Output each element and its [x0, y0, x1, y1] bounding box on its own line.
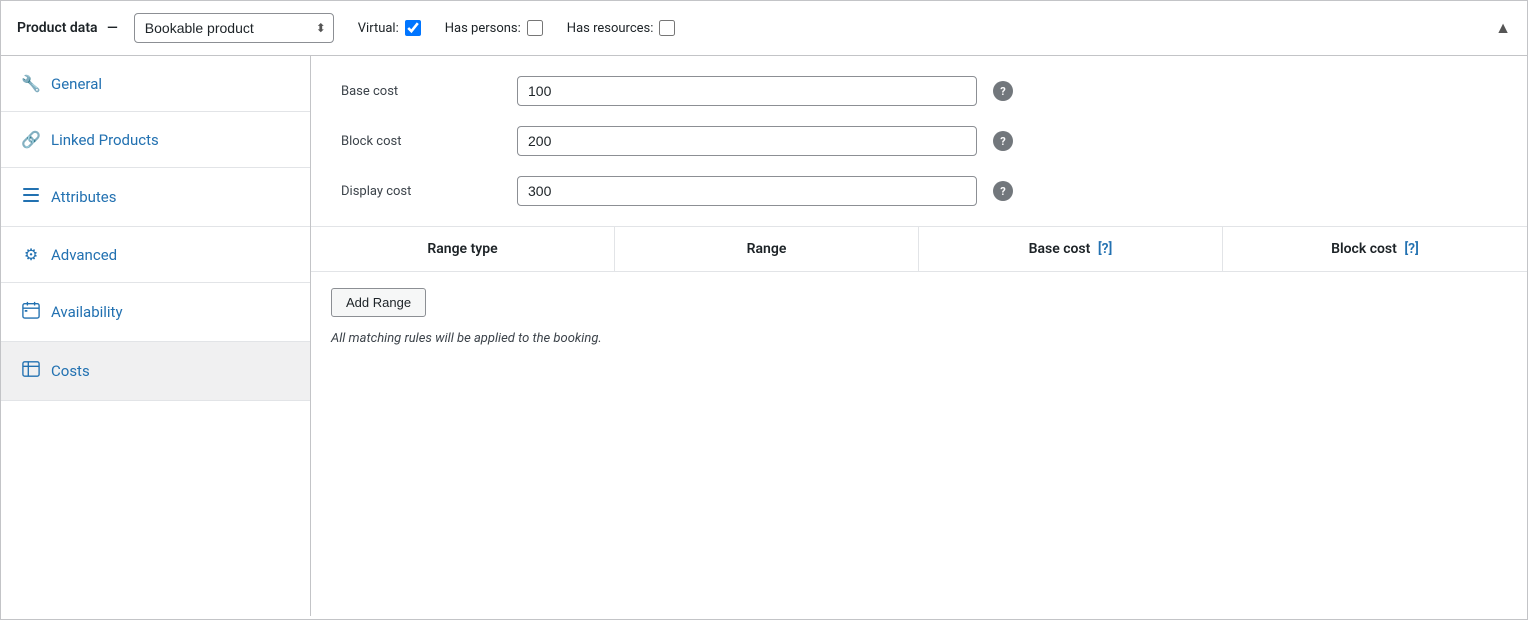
cost-fields-section: Base cost ? Block cost ? Display cost ?: [311, 56, 1527, 227]
range-section: Range type Range Base cost [?] Block cos…: [311, 227, 1527, 362]
block-cost-label: Block cost: [341, 134, 501, 149]
sidebar-item-attributes[interactable]: Attributes: [1, 168, 310, 227]
col-header-range-type: Range type: [311, 227, 615, 271]
panel-body: 🔧 General 🔗 Linked Products Attributes: [1, 56, 1527, 616]
sidebar-item-advanced-label: Advanced: [51, 246, 117, 264]
base-cost-label: Base cost: [341, 84, 501, 99]
header-options: Virtual: Has persons: Has resources:: [358, 20, 676, 36]
sidebar-item-availability-label: Availability: [51, 303, 123, 321]
has-persons-option[interactable]: Has persons:: [445, 20, 543, 36]
costs-icon: [21, 360, 41, 382]
link-icon: 🔗: [21, 130, 41, 149]
wrench-icon: 🔧: [21, 74, 41, 93]
sidebar: 🔧 General 🔗 Linked Products Attributes: [1, 56, 311, 616]
col-header-block-cost: Block cost [?]: [1223, 227, 1527, 271]
panel-title: Product data —: [17, 20, 118, 36]
add-range-button[interactable]: Add Range: [331, 288, 426, 317]
list-icon: [21, 186, 41, 208]
sidebar-item-availability[interactable]: Availability: [1, 283, 310, 342]
sidebar-item-costs[interactable]: Costs: [1, 342, 310, 401]
block-cost-help-icon[interactable]: ?: [993, 131, 1013, 151]
base-cost-table-help[interactable]: [?]: [1098, 241, 1113, 257]
base-cost-input[interactable]: [517, 76, 977, 106]
base-cost-row: Base cost ?: [341, 76, 1497, 106]
virtual-option[interactable]: Virtual:: [358, 20, 421, 36]
virtual-checkbox[interactable]: [405, 20, 421, 36]
sidebar-item-costs-label: Costs: [51, 362, 90, 380]
display-cost-row: Display cost ?: [341, 176, 1497, 206]
range-table-header: Range type Range Base cost [?] Block cos…: [311, 227, 1527, 272]
sidebar-item-attributes-label: Attributes: [51, 188, 117, 206]
display-cost-input[interactable]: [517, 176, 977, 206]
gear-icon: ⚙: [21, 245, 41, 264]
display-cost-label: Display cost: [341, 184, 501, 199]
has-persons-checkbox[interactable]: [527, 20, 543, 36]
has-resources-checkbox[interactable]: [659, 20, 675, 36]
has-persons-label: Has persons:: [445, 21, 521, 36]
sidebar-item-general[interactable]: 🔧 General: [1, 56, 310, 112]
rules-note: All matching rules will be applied to th…: [331, 331, 1507, 346]
block-cost-input[interactable]: [517, 126, 977, 156]
panel-header: Product data — Bookable product ⬍ Virtua…: [1, 1, 1527, 56]
col-header-range: Range: [615, 227, 919, 271]
col-header-base-cost: Base cost [?]: [919, 227, 1223, 271]
block-cost-table-help[interactable]: [?]: [1404, 241, 1419, 257]
block-cost-row: Block cost ?: [341, 126, 1497, 156]
range-table-body: Add Range All matching rules will be app…: [311, 272, 1527, 362]
sidebar-item-linked-products-label: Linked Products: [51, 131, 159, 149]
main-content: Base cost ? Block cost ? Display cost ?: [311, 56, 1527, 616]
sidebar-item-linked-products[interactable]: 🔗 Linked Products: [1, 112, 310, 168]
product-type-select[interactable]: Bookable product: [134, 13, 334, 43]
product-data-panel: Product data — Bookable product ⬍ Virtua…: [0, 0, 1528, 620]
collapse-icon[interactable]: ▲: [1495, 18, 1511, 38]
base-cost-help-icon[interactable]: ?: [993, 81, 1013, 101]
has-resources-label: Has resources:: [567, 21, 654, 36]
display-cost-help-icon[interactable]: ?: [993, 181, 1013, 201]
sidebar-item-general-label: General: [51, 75, 102, 93]
sidebar-item-advanced[interactable]: ⚙ Advanced: [1, 227, 310, 283]
has-resources-option[interactable]: Has resources:: [567, 20, 676, 36]
calendar-icon: [21, 301, 41, 323]
product-type-wrapper[interactable]: Bookable product ⬍: [134, 13, 334, 43]
virtual-label: Virtual:: [358, 21, 399, 36]
